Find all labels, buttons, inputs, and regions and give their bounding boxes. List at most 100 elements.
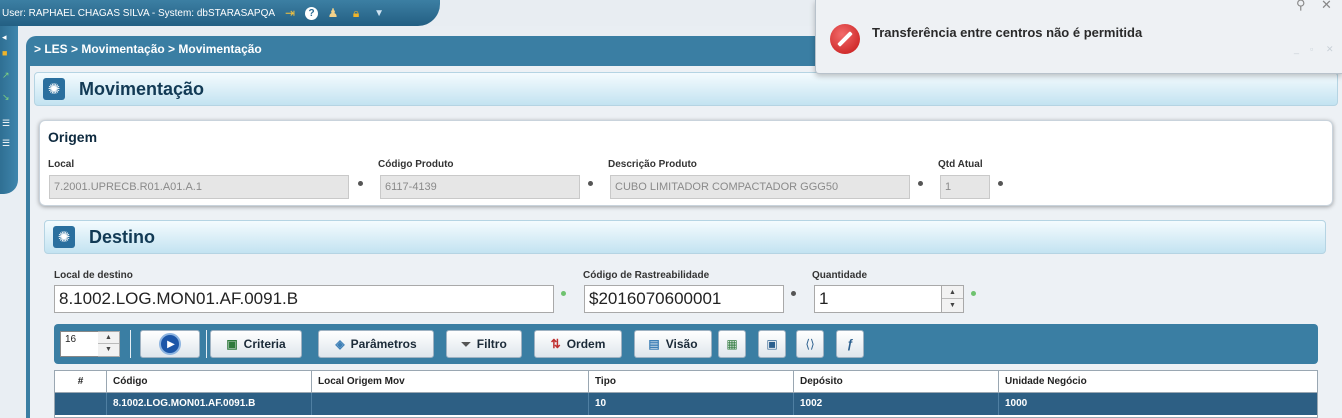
column-header[interactable]: Unidade Negócio [999, 371, 1317, 393]
qtd-atual-field: 1 [940, 175, 990, 199]
execute-button[interactable]: ▶ [140, 330, 200, 358]
expand-icon[interactable]: ◂ [2, 32, 7, 43]
play-icon: ▶ [159, 333, 181, 355]
user-info-bar: User: RAPHAEL CHAGAS SILVA - System: dbS… [0, 0, 440, 26]
maximize-icon[interactable]: ▫ [1310, 44, 1313, 54]
grid-toolbar: 16 ▲ ▼ ▶ ▣ Criteria ◈ Parâmetros ⏷ Filtr… [54, 324, 1318, 364]
close-icon[interactable]: ✕ [1321, 0, 1332, 13]
table-cell [312, 393, 589, 415]
ordem-label: Ordem [566, 337, 606, 351]
status-dot [561, 291, 566, 296]
parametros-label: Parâmetros [350, 337, 417, 351]
status-dot [918, 181, 923, 186]
minimize-icon[interactable]: _ [1294, 44, 1299, 54]
status-dot [971, 291, 976, 296]
exit-icon[interactable]: ⇥ [282, 5, 298, 21]
status-dot [588, 181, 593, 186]
user-system-label: User: RAPHAEL CHAGAS SILVA - System: dbS… [2, 7, 276, 19]
column-header[interactable]: Depósito [794, 371, 999, 393]
table-cell: 1002 [794, 393, 999, 415]
local-destino-label: Local de destino [54, 270, 133, 281]
table-cell: 8.1002.LOG.MON01.AF.0091.B [107, 393, 312, 415]
arrow-icon[interactable]: ↗ [2, 70, 10, 81]
destino-title: Destino [89, 226, 156, 247]
table-cell: 10 [589, 393, 794, 415]
expand-icon: ⟨⟩ [805, 337, 815, 351]
filtro-button[interactable]: ⏷ Filtro [446, 330, 522, 358]
export-button[interactable]: ▦ [718, 330, 746, 358]
error-icon [830, 24, 860, 54]
save-icon: ▣ [766, 337, 778, 351]
page-title: Movimentação [79, 78, 205, 99]
column-header[interactable]: Local Origem Mov [312, 371, 589, 393]
list-icon[interactable]: ☰ [2, 118, 10, 129]
close-icon[interactable]: ✕ [1326, 44, 1334, 55]
side-toolbar: ◂ ■ ↗ ↘ ☰ ☰ [0, 26, 18, 194]
toolbar-divider [206, 330, 207, 358]
origem-title: Origem [48, 129, 98, 145]
toolbar-divider [130, 330, 131, 358]
origem-panel: Origem Local 7.2001.UPRECB.R01.A01.A.1 C… [39, 120, 1333, 206]
rastreabilidade-label: Código de Rastreabilidade [583, 270, 710, 281]
function-button[interactable]: ƒ [836, 330, 864, 358]
criteria-icon: ▣ [226, 337, 238, 351]
table-row[interactable]: 8.1002.LOG.MON01.AF.0091.B 10 1002 1000 [55, 393, 1317, 415]
page-size-stepper[interactable]: ▲ ▼ [98, 331, 120, 357]
search-icon[interactable]: ⚲ [1296, 0, 1306, 13]
arrow-icon[interactable]: ↘ [2, 92, 10, 103]
criteria-label: Criteria [243, 337, 286, 351]
rastreabilidade-input[interactable]: $2016070600001 [584, 285, 784, 313]
error-notification: Transferência entre centros não é permit… [815, 0, 1342, 74]
lock-icon[interactable]: ■ [2, 48, 7, 58]
descricao-produto-label: Descrição Produto [608, 159, 697, 170]
qtd-atual-label: Qtd Atual [938, 159, 983, 170]
stepper-down-icon[interactable]: ▼ [942, 299, 963, 312]
tag-icon: ◈ [335, 337, 345, 351]
stepper-down-icon[interactable]: ▼ [98, 344, 119, 356]
origem-local-label: Local [48, 159, 75, 170]
codigo-produto-field: 6117-4139 [380, 175, 580, 199]
lock-icon[interactable]: 🔒︎ [348, 5, 364, 21]
export-icon: ▦ [726, 337, 738, 351]
table-header: # Código Local Origem Mov Tipo Depósito … [55, 371, 1317, 393]
destino-header: ✺ Destino [44, 220, 1326, 254]
sort-icon: ⇅ [550, 337, 561, 351]
ordem-button[interactable]: ⇅ Ordem [534, 330, 622, 358]
page-header: ✺ Movimentação [34, 72, 1338, 106]
save-button[interactable]: ▣ [758, 330, 786, 358]
list-icon[interactable]: ☰ [2, 138, 10, 149]
filter-icon: ⏷ [461, 336, 471, 351]
stepper-up-icon[interactable]: ▲ [98, 332, 119, 344]
dropdown-icon[interactable]: ▼ [371, 5, 387, 21]
local-destino-input[interactable]: 8.1002.LOG.MON01.AF.0091.B [54, 285, 554, 313]
column-header[interactable]: Código [107, 371, 312, 393]
column-header[interactable]: Tipo [589, 371, 794, 393]
page-size-value: 16 [65, 334, 77, 345]
status-dot [358, 181, 363, 186]
user-icon[interactable]: ♟ [325, 5, 341, 21]
data-table: # Código Local Origem Mov Tipo Depósito … [54, 370, 1318, 418]
gear-icon: ✺ [43, 78, 65, 100]
expand-button[interactable]: ⟨⟩ [796, 330, 824, 358]
table-cell [55, 393, 107, 415]
column-header[interactable]: # [55, 371, 107, 393]
grid-view-icon: ▤ [648, 337, 660, 351]
status-dot [791, 291, 796, 296]
visao-button[interactable]: ▤ Visão [634, 330, 712, 358]
notification-message: Transferência entre centros não é permit… [872, 25, 1143, 40]
parametros-button[interactable]: ◈ Parâmetros [318, 330, 434, 358]
quantidade-stepper[interactable]: ▲ ▼ [942, 285, 964, 313]
stepper-up-icon[interactable]: ▲ [942, 286, 963, 299]
page-size-input[interactable]: 16 ▲ ▼ [60, 331, 120, 357]
quantidade-input[interactable]: 1 [814, 285, 942, 313]
codigo-produto-label: Código Produto [378, 159, 454, 170]
gear-icon: ✺ [53, 226, 75, 248]
origem-local-field: 7.2001.UPRECB.R01.A01.A.1 [49, 175, 349, 199]
function-icon: ƒ [846, 337, 854, 351]
descricao-produto-field: CUBO LIMITADOR COMPACTADOR GGG50 [610, 175, 910, 199]
help-icon[interactable]: ? [305, 6, 319, 20]
criteria-button[interactable]: ▣ Criteria [210, 330, 302, 358]
visao-label: Visão [665, 337, 698, 351]
table-cell: 1000 [1005, 398, 1028, 409]
breadcrumb: > LES > Movimentação > Movimentação [34, 42, 262, 56]
